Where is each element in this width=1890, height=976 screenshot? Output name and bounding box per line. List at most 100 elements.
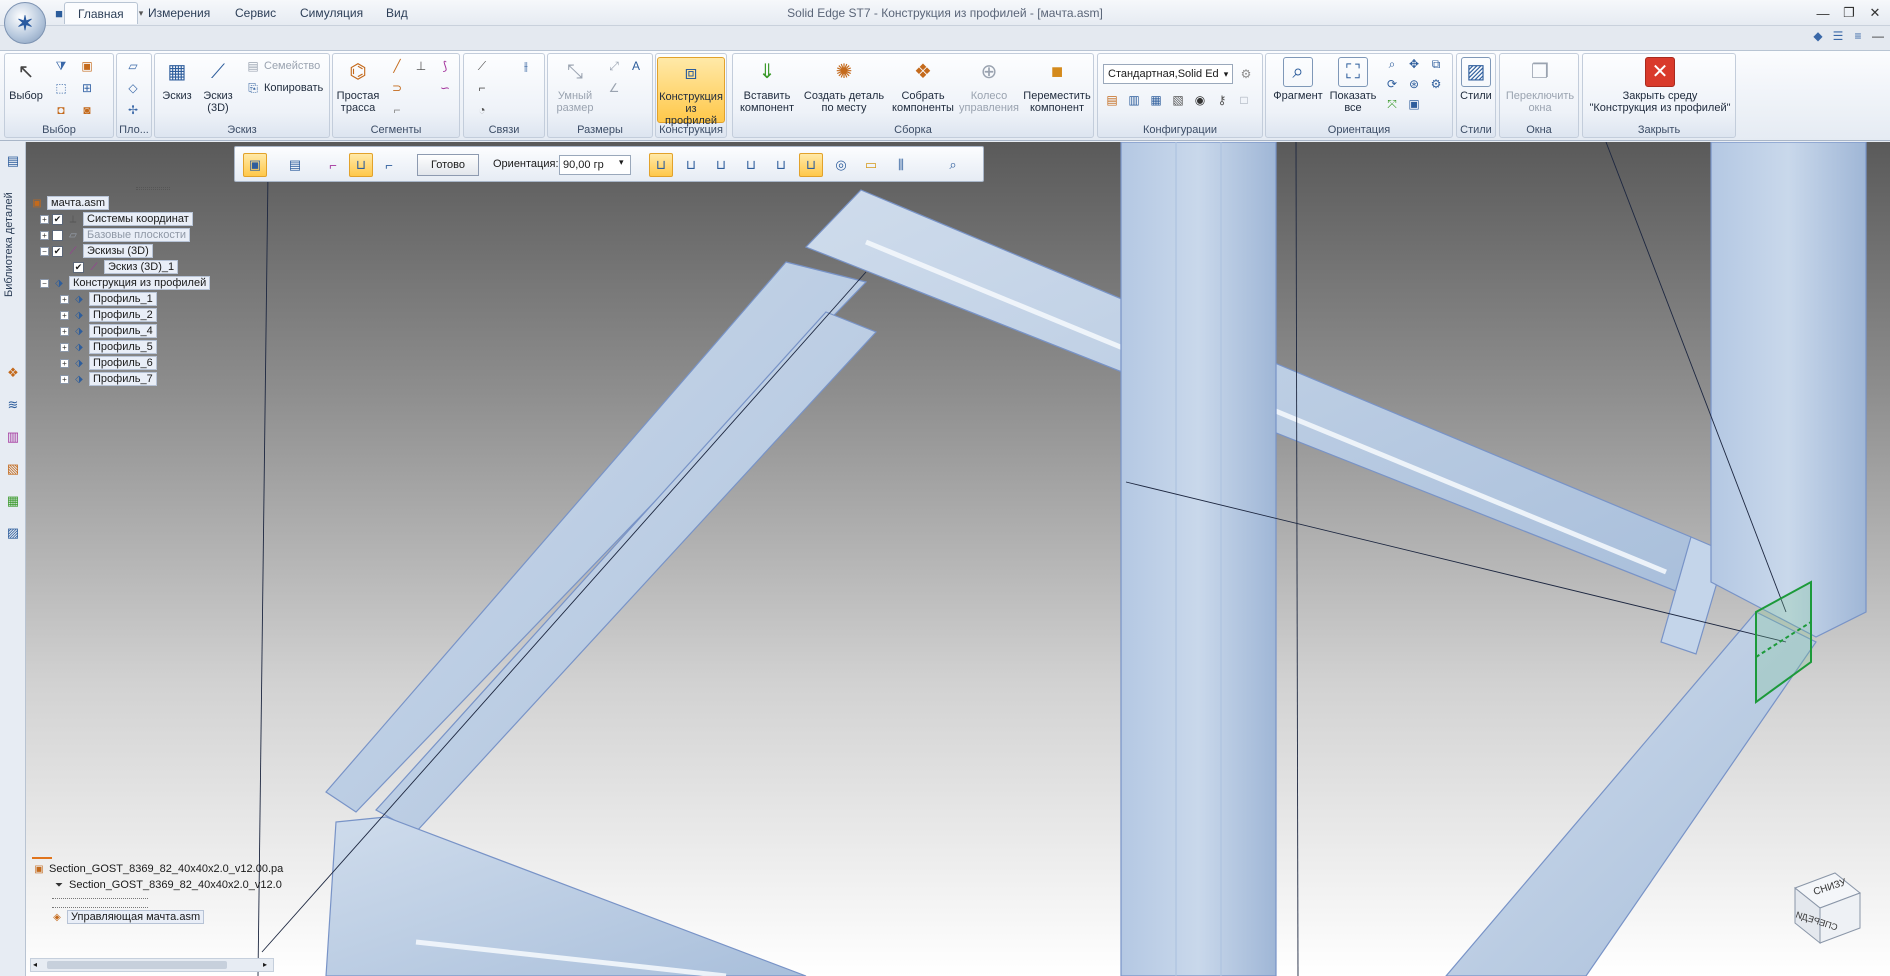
look-at-button[interactable]: ⤧ bbox=[1384, 96, 1400, 112]
tab-measure[interactable]: Измерения bbox=[135, 2, 223, 24]
select-button[interactable]: ↖ Выбор bbox=[9, 57, 43, 102]
rotate-button[interactable]: ⟳ bbox=[1384, 76, 1400, 92]
corner-treatment-4[interactable]: ⊔ bbox=[739, 153, 763, 177]
horizontal-scrollbar[interactable]: ◂ ▸ bbox=[30, 958, 274, 972]
copy-button[interactable]: ⎘ Копировать bbox=[245, 80, 323, 96]
config-tool-3[interactable]: ▦ bbox=[1148, 92, 1164, 108]
expand-icon[interactable]: + bbox=[40, 214, 49, 224]
plane-button-3[interactable]: ✢ bbox=[125, 102, 141, 118]
select-filter-button[interactable]: ⧩ bbox=[53, 58, 69, 74]
point-button[interactable]: ⊥ bbox=[413, 58, 429, 74]
lower-item[interactable]: ▣ Section_GOST_8369_82_40x40x2.0_v12.00.p… bbox=[32, 862, 283, 876]
spin-button[interactable]: ⊛ bbox=[1406, 76, 1422, 92]
lower-item[interactable]: ◈ Управляющая мачта.asm bbox=[50, 910, 205, 924]
corner-treatment-6[interactable]: ⊔ bbox=[799, 153, 823, 177]
move-component-button[interactable]: ■ Переместить компонент bbox=[1021, 57, 1093, 114]
named-view-button[interactable]: ▣ bbox=[1406, 96, 1422, 112]
switch-windows-button[interactable]: ❐ Переключить окна bbox=[1502, 57, 1578, 114]
done-button[interactable]: Готово bbox=[417, 154, 479, 176]
tree-profile[interactable]: + ⬗ Профиль_5 bbox=[60, 340, 157, 354]
sensors-icon[interactable]: ▦ bbox=[4, 492, 22, 510]
options-icon[interactable]: ≡ bbox=[1850, 29, 1866, 45]
steering-wheel-button[interactable]: ⊕ Колесо управления bbox=[959, 57, 1019, 114]
tree-profile[interactable]: + ⬗ Профиль_2 bbox=[60, 308, 157, 322]
orientation-chevron-icon[interactable]: ▾ bbox=[619, 157, 624, 168]
config-tool-4[interactable]: ▧ bbox=[1170, 92, 1186, 108]
spline-button[interactable]: ∽ bbox=[437, 80, 453, 96]
tree-sketch-3d-1[interactable]: ✔ ⟋ Эскиз (3D)_1 bbox=[73, 260, 179, 274]
tree-profile[interactable]: + ⬗ Профиль_7 bbox=[60, 372, 157, 386]
pane-grip[interactable] bbox=[136, 187, 170, 190]
expand-icon[interactable]: + bbox=[60, 310, 69, 320]
fillet-button[interactable]: ⌐ bbox=[389, 102, 405, 118]
fit-all-button[interactable]: ⛶ Показать все bbox=[1328, 57, 1378, 114]
assemble-components-button[interactable]: ❖ Собрать компоненты bbox=[889, 57, 957, 114]
collapse-icon[interactable]: − bbox=[40, 246, 49, 256]
curve-button[interactable]: ⊃ bbox=[389, 80, 405, 96]
corner-treatment-2[interactable]: ⊔ bbox=[679, 153, 703, 177]
tree-profile[interactable]: + ⬗ Профиль_1 bbox=[60, 292, 157, 306]
minimize-button[interactable]: — bbox=[1810, 3, 1836, 23]
smart-dimension-button[interactable]: ⤡ Умный размер bbox=[552, 57, 598, 114]
sketch-button[interactable]: ▦ Эскиз bbox=[157, 57, 197, 102]
tree-profile[interactable]: + ⬗ Профиль_4 bbox=[60, 324, 157, 338]
tab-view[interactable]: Вид bbox=[373, 2, 421, 24]
dimension-tool-button[interactable]: ⤢ bbox=[606, 58, 622, 74]
visibility-checkbox[interactable]: ✔ bbox=[73, 261, 84, 273]
pane-splitter[interactable] bbox=[32, 857, 52, 859]
line-button[interactable]: ╱ bbox=[389, 58, 405, 74]
split-button[interactable]: ⫼ bbox=[889, 153, 913, 177]
pan-button[interactable]: ✥ bbox=[1406, 56, 1422, 72]
view-cube[interactable]: СНИЗУ СПЕРЕДИ bbox=[1785, 868, 1865, 948]
parts-library-tab[interactable]: Библиотека деталей bbox=[3, 175, 23, 315]
select-tool-button[interactable]: ⬚ bbox=[53, 80, 69, 96]
tab-tools[interactable]: Сервис bbox=[222, 2, 289, 24]
graphics-window[interactable] bbox=[26, 142, 1890, 976]
lower-item[interactable]: ⏷ Section_GOST_8369_82_40x40x2.0_v12.0 bbox=[52, 878, 282, 892]
expand-icon[interactable]: + bbox=[60, 326, 69, 336]
minimize-ribbon-icon[interactable]: — bbox=[1870, 29, 1886, 45]
visibility-checkbox[interactable]: ✔ bbox=[52, 213, 63, 225]
cube-icon[interactable]: ◆ bbox=[1810, 29, 1826, 45]
view-copy-button[interactable]: ⧉ bbox=[1428, 56, 1444, 72]
corner-treatment-3[interactable]: ⊔ bbox=[709, 153, 733, 177]
styles-button[interactable]: ▨ Стили bbox=[1459, 57, 1493, 102]
options-button[interactable]: ▤ bbox=[283, 153, 307, 177]
features-icon[interactable]: ▧ bbox=[4, 460, 22, 478]
expand-icon[interactable]: + bbox=[60, 358, 69, 368]
model-view[interactable] bbox=[26, 142, 1890, 976]
chevron-down-icon[interactable]: ▾ bbox=[1220, 66, 1232, 82]
tree-coord-systems[interactable]: + ✔ ⟂ Системы координат bbox=[40, 212, 193, 226]
config-tool-5[interactable]: ◉ bbox=[1192, 92, 1208, 108]
select-tools-icon[interactable]: ▥ bbox=[4, 428, 22, 446]
close-window-button[interactable]: ✕ bbox=[1862, 3, 1888, 23]
visibility-checkbox[interactable] bbox=[52, 229, 63, 241]
config-tool-2[interactable]: ▥ bbox=[1126, 92, 1142, 108]
create-part-in-place-button[interactable]: ✺ Создать деталь по месту bbox=[799, 57, 889, 114]
perpendicular-button[interactable]: ⌐ bbox=[474, 80, 490, 96]
zoom-area-button[interactable]: ⌕ Фрагмент bbox=[1270, 57, 1326, 102]
search-button[interactable]: ⌕ bbox=[941, 153, 965, 177]
frame-button-2[interactable]: ⊔ bbox=[349, 153, 373, 177]
family-button[interactable]: ▤ Семейство bbox=[245, 58, 320, 74]
select-group-button[interactable]: ⊞ bbox=[79, 80, 95, 96]
restore-button[interactable]: ❐ bbox=[1836, 3, 1862, 23]
plane-button-2[interactable]: ◇ bbox=[125, 80, 141, 96]
scroll-right-icon[interactable]: ▸ bbox=[263, 960, 267, 969]
parts-library-icon[interactable]: ▤ bbox=[4, 152, 22, 170]
select-part-button[interactable]: ◘ bbox=[53, 102, 69, 118]
close-environment-button[interactable]: ✕ Закрыть среду "Конструкция из профилей… bbox=[1585, 57, 1735, 114]
config-tool-6[interactable]: ⚷ bbox=[1214, 92, 1230, 108]
connect-button[interactable]: ⟋ bbox=[474, 58, 490, 74]
tab-home[interactable]: Главная bbox=[64, 2, 138, 24]
pathfinder-icon[interactable]: ❖ bbox=[4, 364, 22, 382]
scroll-thumb[interactable] bbox=[47, 961, 227, 969]
config-tool-1[interactable]: ▤ bbox=[1104, 92, 1120, 108]
expand-icon[interactable]: + bbox=[60, 294, 69, 304]
text-dimension-button[interactable]: A bbox=[628, 58, 644, 74]
frame-construction-button[interactable]: ⧈ Конструкция из профилей bbox=[657, 57, 725, 127]
reports-icon[interactable]: ▨ bbox=[4, 524, 22, 542]
expand-icon[interactable]: + bbox=[40, 230, 49, 240]
expand-icon[interactable]: + bbox=[60, 342, 69, 352]
application-button[interactable]: ✶ bbox=[4, 2, 46, 44]
